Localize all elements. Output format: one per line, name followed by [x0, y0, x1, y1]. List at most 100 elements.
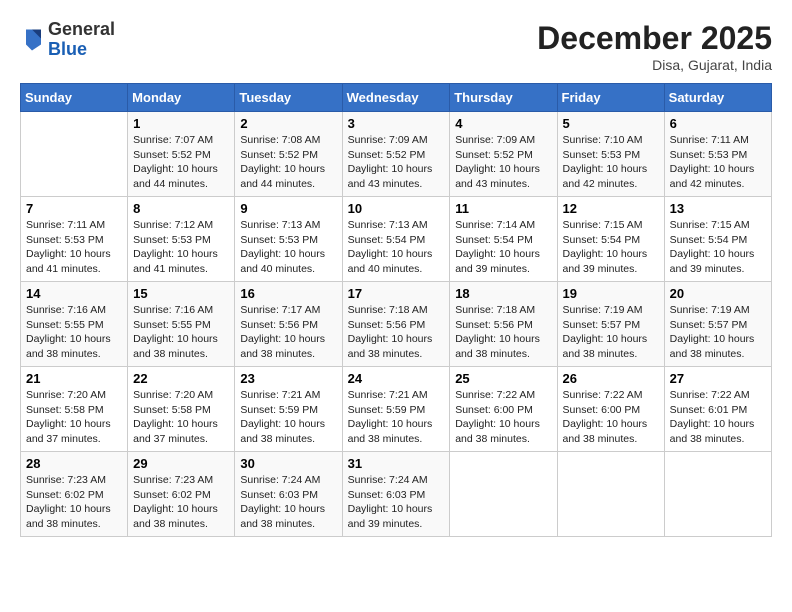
calendar-week-row: 28 Sunrise: 7:23 AM Sunset: 6:02 PM Dayli… [21, 452, 772, 537]
weekday-header: Thursday [450, 84, 557, 112]
calendar-cell: 24Sunrise: 7:21 AM Sunset: 5:59 PM Dayli… [342, 367, 450, 452]
weekday-header: Wednesday [342, 84, 450, 112]
calendar-cell: 13 Sunrise: 7:15 AM Sunset: 5:54 PM Dayli… [664, 197, 771, 282]
day-info: Sunrise: 7:12 AM Sunset: 5:53 PM Dayligh… [133, 218, 229, 277]
day-number: 13 [670, 201, 766, 216]
day-number: 2 [240, 116, 336, 131]
day-number: 4 [455, 116, 551, 131]
day-info: Sunrise: 7:15 AM Sunset: 5:54 PM Dayligh… [563, 218, 659, 277]
day-info: Sunrise: 7:09 AM Sunset: 5:52 PM Dayligh… [348, 133, 445, 192]
day-number: 18 [455, 286, 551, 301]
day-number: 29 [133, 456, 229, 471]
calendar-week-row: 7 Sunrise: 7:11 AM Sunset: 5:53 PM Daylig… [21, 197, 772, 282]
calendar-cell [557, 452, 664, 537]
day-info: Sunrise: 7:14 AM Sunset: 5:54 PM Dayligh… [455, 218, 551, 277]
day-info: Sunrise: 7:19 AM Sunset: 5:57 PM Dayligh… [563, 303, 659, 362]
day-number: 23 [240, 371, 336, 386]
day-info: Sunrise: 7:13 AM Sunset: 5:53 PM Dayligh… [240, 218, 336, 277]
calendar-week-row: 14 Sunrise: 7:16 AM Sunset: 5:55 PM Dayli… [21, 282, 772, 367]
calendar-cell: 11 Sunrise: 7:14 AM Sunset: 5:54 PM Dayli… [450, 197, 557, 282]
day-number: 15 [133, 286, 229, 301]
day-info: Sunrise: 7:19 AM Sunset: 5:57 PM Dayligh… [670, 303, 766, 362]
weekday-header: Monday [128, 84, 235, 112]
calendar-cell: 22 Sunrise: 7:20 AM Sunset: 5:58 PM Dayli… [128, 367, 235, 452]
calendar-cell: 15 Sunrise: 7:16 AM Sunset: 5:55 PM Dayli… [128, 282, 235, 367]
day-number: 5 [563, 116, 659, 131]
day-info: Sunrise: 7:24 AM Sunset: 6:03 PM Dayligh… [240, 473, 336, 532]
day-info: Sunrise: 7:13 AM Sunset: 5:54 PM Dayligh… [348, 218, 445, 277]
calendar-cell: 5 Sunrise: 7:10 AM Sunset: 5:53 PM Daylig… [557, 112, 664, 197]
day-info: Sunrise: 7:09 AM Sunset: 5:52 PM Dayligh… [455, 133, 551, 192]
day-number: 3 [348, 116, 445, 131]
calendar-cell: 14Sunrise: 7:16 AM Sunset: 5:55 PM Dayli… [21, 282, 128, 367]
calendar-cell: 7 Sunrise: 7:11 AM Sunset: 5:53 PM Daylig… [21, 197, 128, 282]
calendar-cell: 3 Sunrise: 7:09 AM Sunset: 5:52 PM Daylig… [342, 112, 450, 197]
calendar-header: SundayMondayTuesdayWednesdayThursdayFrid… [21, 84, 772, 112]
logo: General Blue [20, 20, 115, 60]
day-number: 25 [455, 371, 551, 386]
calendar-cell: 8 Sunrise: 7:12 AM Sunset: 5:53 PM Daylig… [128, 197, 235, 282]
calendar-cell: 25 Sunrise: 7:22 AM Sunset: 6:00 PM Dayli… [450, 367, 557, 452]
calendar-cell [21, 112, 128, 197]
calendar-cell: 29 Sunrise: 7:23 AM Sunset: 6:02 PM Dayli… [128, 452, 235, 537]
calendar-table: SundayMondayTuesdayWednesdayThursdayFrid… [20, 83, 772, 537]
day-info: Sunrise: 7:10 AM Sunset: 5:53 PM Dayligh… [563, 133, 659, 192]
month-title: December 2025 [537, 20, 772, 57]
day-info: Sunrise: 7:20 AM Sunset: 5:58 PM Dayligh… [133, 388, 229, 447]
day-info: Sunrise: 7:22 AM Sunset: 6:00 PM Dayligh… [455, 388, 551, 447]
day-info: Sunrise: 7:22 AM Sunset: 6:00 PM Dayligh… [563, 388, 659, 447]
day-number: 14 [26, 286, 122, 301]
day-info: Sunrise: 7:24 AM Sunset: 6:03 PM Dayligh… [348, 473, 445, 532]
day-number: 22 [133, 371, 229, 386]
day-info: Sunrise: 7:08 AM Sunset: 5:52 PM Dayligh… [240, 133, 336, 192]
title-block: December 2025 Disa, Gujarat, India [537, 20, 772, 73]
calendar-week-row: 1Sunrise: 7:07 AM Sunset: 5:52 PM Daylig… [21, 112, 772, 197]
day-info: Sunrise: 7:11 AM Sunset: 5:53 PM Dayligh… [670, 133, 766, 192]
calendar-cell: 9 Sunrise: 7:13 AM Sunset: 5:53 PM Daylig… [235, 197, 342, 282]
day-number: 26 [563, 371, 659, 386]
day-number: 9 [240, 201, 336, 216]
day-number: 30 [240, 456, 336, 471]
calendar-cell: 30 Sunrise: 7:24 AM Sunset: 6:03 PM Dayli… [235, 452, 342, 537]
calendar-cell: 2 Sunrise: 7:08 AM Sunset: 5:52 PM Daylig… [235, 112, 342, 197]
day-info: Sunrise: 7:21 AM Sunset: 5:59 PM Dayligh… [348, 388, 445, 447]
day-info: Sunrise: 7:20 AM Sunset: 5:58 PM Dayligh… [26, 388, 122, 447]
location: Disa, Gujarat, India [537, 57, 772, 73]
day-number: 16 [240, 286, 336, 301]
weekday-header: Sunday [21, 84, 128, 112]
weekday-header: Saturday [664, 84, 771, 112]
day-number: 21 [26, 371, 122, 386]
calendar-cell: 12 Sunrise: 7:15 AM Sunset: 5:54 PM Dayli… [557, 197, 664, 282]
day-number: 6 [670, 116, 766, 131]
day-number: 10 [348, 201, 445, 216]
day-number: 8 [133, 201, 229, 216]
day-number: 17 [348, 286, 445, 301]
day-info: Sunrise: 7:15 AM Sunset: 5:54 PM Dayligh… [670, 218, 766, 277]
day-info: Sunrise: 7:16 AM Sunset: 5:55 PM Dayligh… [133, 303, 229, 362]
day-info: Sunrise: 7:18 AM Sunset: 5:56 PM Dayligh… [348, 303, 445, 362]
calendar-cell: 4 Sunrise: 7:09 AM Sunset: 5:52 PM Daylig… [450, 112, 557, 197]
day-number: 12 [563, 201, 659, 216]
calendar-cell: 28Sunrise: 7:23 AM Sunset: 6:02 PM Dayli… [21, 452, 128, 537]
day-number: 28 [26, 456, 122, 471]
calendar-body: 1Sunrise: 7:07 AM Sunset: 5:52 PM Daylig… [21, 112, 772, 537]
calendar-cell: 10 Sunrise: 7:13 AM Sunset: 5:54 PM Dayli… [342, 197, 450, 282]
day-info: Sunrise: 7:17 AM Sunset: 5:56 PM Dayligh… [240, 303, 336, 362]
day-number: 11 [455, 201, 551, 216]
day-number: 1 [133, 116, 229, 131]
calendar-cell: 6 Sunrise: 7:11 AM Sunset: 5:53 PM Daylig… [664, 112, 771, 197]
page-header: General Blue December 2025 Disa, Gujarat… [20, 20, 772, 73]
weekday-header: Friday [557, 84, 664, 112]
day-number: 7 [26, 201, 122, 216]
calendar-cell [450, 452, 557, 537]
day-info: Sunrise: 7:11 AM Sunset: 5:53 PM Dayligh… [26, 218, 122, 277]
day-number: 27 [670, 371, 766, 386]
calendar-cell: 16 Sunrise: 7:17 AM Sunset: 5:56 PM Dayli… [235, 282, 342, 367]
day-number: 19 [563, 286, 659, 301]
calendar-cell [664, 452, 771, 537]
day-info: Sunrise: 7:21 AM Sunset: 5:59 PM Dayligh… [240, 388, 336, 447]
calendar-cell: 27Sunrise: 7:22 AM Sunset: 6:01 PM Dayli… [664, 367, 771, 452]
weekday-header: Tuesday [235, 84, 342, 112]
calendar-week-row: 21 Sunrise: 7:20 AM Sunset: 5:58 PM Dayli… [21, 367, 772, 452]
day-info: Sunrise: 7:23 AM Sunset: 6:02 PM Dayligh… [133, 473, 229, 532]
